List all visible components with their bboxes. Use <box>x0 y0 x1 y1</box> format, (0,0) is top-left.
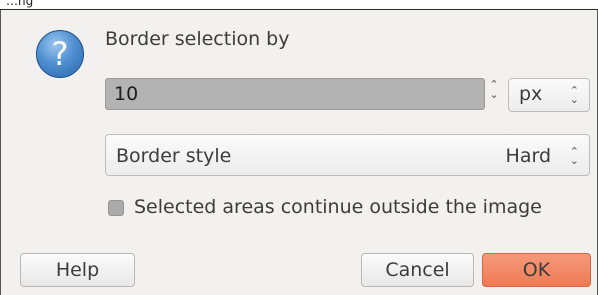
border-size-input[interactable]: 10 <box>105 78 485 110</box>
window-title: …ng <box>6 0 34 8</box>
unit-select-arrows-icon: ⌃ ⌄ <box>569 84 579 106</box>
border-selection-dialog: …ng ? Border selection by 10 ⌃ ⌄ px ⌃ ⌄ … <box>0 0 598 295</box>
outside-image-checkbox[interactable] <box>108 200 124 216</box>
border-style-value: Hard <box>505 145 551 167</box>
help-button[interactable]: Help <box>20 253 135 287</box>
border-style-arrows-icon: ⌃ ⌄ <box>569 145 579 167</box>
ok-button[interactable]: OK <box>482 253 591 287</box>
question-icon: ? <box>36 30 84 78</box>
outside-image-label[interactable]: Selected areas continue outside the imag… <box>134 196 542 218</box>
unit-select[interactable]: px ⌃ ⌄ <box>508 78 590 112</box>
border-style-select[interactable]: Border style Hard ⌃ ⌄ <box>105 134 590 176</box>
unit-select-value: px <box>519 83 543 105</box>
cancel-button[interactable]: Cancel <box>361 253 474 287</box>
dialog-heading: Border selection by <box>105 28 290 50</box>
border-style-label: Border style <box>116 145 232 167</box>
window-title-bar: …ng <box>0 0 598 10</box>
border-size-spin-arrows[interactable]: ⌃ ⌄ <box>486 79 502 108</box>
spin-down-icon[interactable]: ⌄ <box>486 89 502 100</box>
window-border-left <box>0 10 1 295</box>
